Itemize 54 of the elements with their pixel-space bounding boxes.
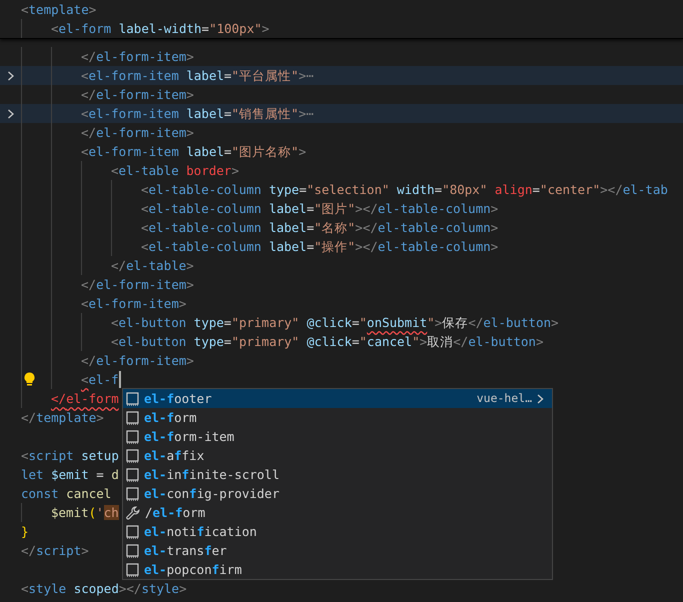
code-line: const cancel <box>21 485 112 503</box>
tag-symbol-icon <box>126 562 139 576</box>
code-line: </el-form-item> <box>81 48 194 66</box>
code-line: <el-button type="primary" @click="onSubmit">保存</el-button> <box>111 314 559 332</box>
code-line: } <box>21 523 29 541</box>
code-line: </template> <box>21 409 104 427</box>
suggestion-item[interactable]: el-popconfirm <box>123 560 552 579</box>
wrench-icon <box>126 506 140 520</box>
code-line: </el-form-item> <box>81 352 194 370</box>
code-line: <el-form-item label="销售属性">⋯ <box>81 105 314 123</box>
suggestion-item[interactable]: el-config-provider <box>123 484 552 503</box>
code-line: </el-form-item> <box>81 276 194 294</box>
code-line: <el-form-item label="图片名称"> <box>81 143 306 161</box>
fold-chevron-icon[interactable] <box>7 108 15 118</box>
code-line: </el-form-item> <box>81 124 194 142</box>
tag-symbol-icon <box>126 448 139 462</box>
code-line: <el-button type="primary" @click="cancel">取消</el-button> <box>111 333 544 351</box>
suggestion-item[interactable]: el-form <box>123 408 552 427</box>
suggestion-item[interactable]: el-form-item <box>123 427 552 446</box>
code-line: <el-form-item> <box>81 295 186 313</box>
suggestion-item[interactable]: el-transfer <box>123 541 552 560</box>
tag-symbol-icon <box>126 430 139 444</box>
code-line: <el-form label-width="100px"> <box>51 20 270 38</box>
tag-symbol-icon <box>126 410 139 424</box>
code-line: <el-table-column label="图片"></el-table-column> <box>141 200 498 218</box>
tag-symbol-icon <box>126 486 139 500</box>
suggestion-item[interactable]: /el-form <box>123 503 552 522</box>
code-line: </el-form-item> <box>81 86 194 104</box>
suggestion-item[interactable]: el-footer vue-hel… <box>123 389 552 408</box>
code-line: <template> <box>21 1 96 19</box>
code-line: <el-table border> <box>111 162 239 180</box>
tag-symbol-icon <box>126 544 139 558</box>
lightbulb-icon[interactable] <box>24 372 35 386</box>
suggestion-item[interactable]: el-infinite-scroll <box>123 465 552 484</box>
code-line: </el-form <box>51 390 119 408</box>
code-line: </el-table> <box>111 257 194 275</box>
suggestion-item[interactable]: el-notification <box>123 522 552 541</box>
code-line: <el-table-column label="操作"></el-table-column> <box>141 238 498 256</box>
fold-chevron-icon[interactable] <box>7 70 15 80</box>
code-line: let $emit = d <box>21 466 119 484</box>
chevron-right-icon[interactable] <box>537 394 544 404</box>
code-line: <el-table-column label="名称"></el-table-column> <box>141 219 498 237</box>
code-line: <el-f <box>81 371 119 389</box>
tag-symbol-icon <box>126 468 139 482</box>
code-line: </script> <box>21 542 89 560</box>
tag-symbol-icon <box>126 524 139 538</box>
code-line: $emit('ch <box>51 504 119 522</box>
tag-symbol-icon <box>126 392 139 406</box>
code-line: <style scoped></style> <box>21 580 187 598</box>
code-line: <el-table-column type="selection" width="80px" align="center"></el-tab <box>141 181 668 199</box>
suggestion-detail: vue-hel… <box>476 390 532 407</box>
suggestion-item[interactable]: el-affix <box>123 446 552 465</box>
code-line: <script setup <box>21 447 119 465</box>
code-line: <el-form-item label="平台属性">⋯ <box>81 67 314 85</box>
